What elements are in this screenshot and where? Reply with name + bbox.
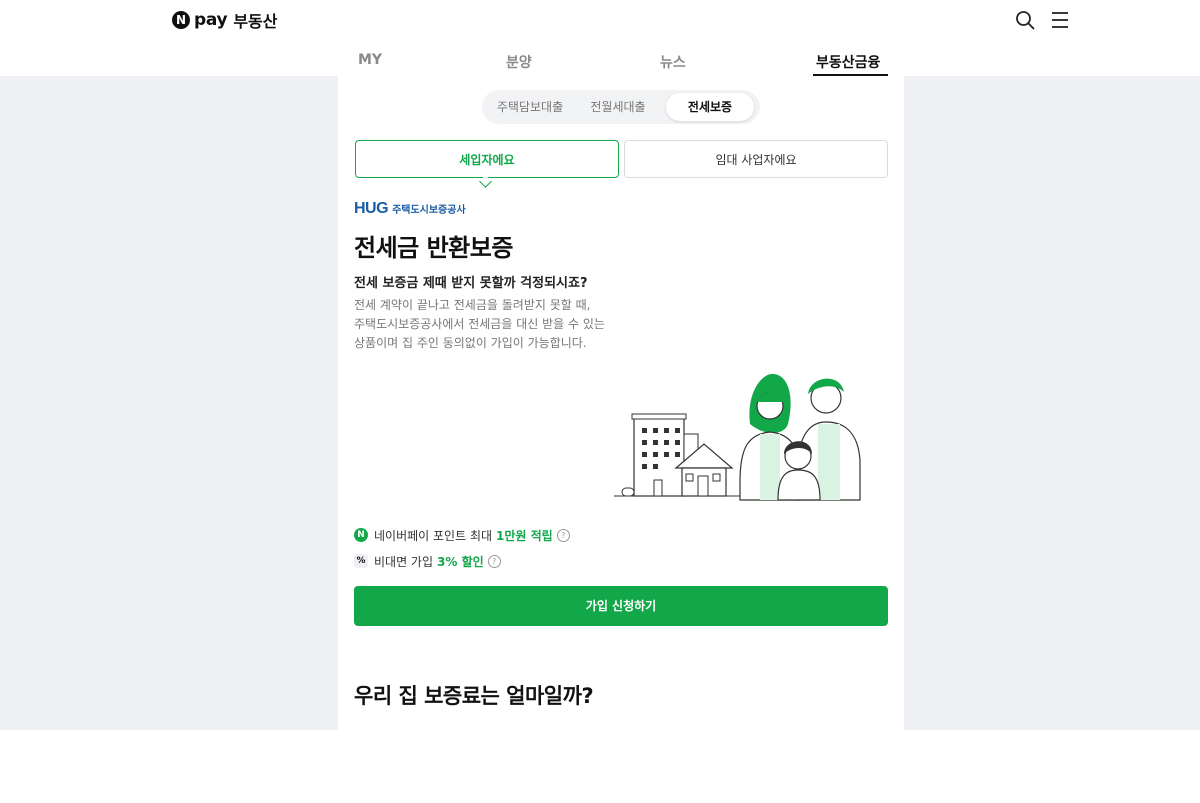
product-subtitle: 전세 보증금 제때 받지 못할까 걱정되시죠? bbox=[354, 276, 588, 291]
help-icon[interactable]: ? bbox=[487, 554, 501, 568]
benefit-point-reward: N 네이버페이 포인트 최대 1만원 적립 ? bbox=[354, 526, 570, 544]
header: N pay 부동산 MY 분양 뉴스 부동산금융 bbox=[0, 0, 1200, 76]
nav-tab-real-estate-finance[interactable]: 부동산금융 bbox=[816, 52, 880, 72]
premium-section-title: 우리 집 보증료는 얼마일까? bbox=[354, 684, 594, 708]
content-panel: 주택담보대출 전월세대출 전세보증 세입자에요 임대 사업자에요 HUG 주택도… bbox=[338, 76, 904, 730]
npay-point-icon: N bbox=[354, 528, 368, 542]
apply-button[interactable]: 가입 신청하기 bbox=[354, 586, 888, 626]
product-segment-control: 주택담보대출 전월세대출 전세보증 bbox=[482, 90, 760, 124]
family-house-illustration bbox=[614, 373, 861, 501]
nav-tab-presale[interactable]: 분양 bbox=[506, 52, 532, 72]
benefit-text: 네이버페이 포인트 최대 bbox=[374, 528, 493, 543]
issuer-logo: HUG 주택도시보증공사 bbox=[354, 200, 466, 218]
logo-service-name: 부동산 bbox=[233, 12, 278, 31]
segment-mortgage-loan[interactable]: 주택담보대출 bbox=[488, 93, 572, 121]
description-line: 전세 계약이 끝나고 전세금을 돌려받지 못할 때, bbox=[354, 298, 591, 312]
nav-tab-news[interactable]: 뉴스 bbox=[660, 52, 686, 72]
search-icon[interactable] bbox=[1015, 10, 1035, 30]
logo-pay-text: pay bbox=[194, 10, 228, 30]
issuer-name: 주택도시보증공사 bbox=[392, 205, 466, 216]
percent-icon: % bbox=[354, 554, 368, 568]
segment-jeonse-guarantee[interactable]: 전세보증 bbox=[666, 93, 754, 121]
description-line: 주택도시보증공사에서 전세금을 대신 받을 수 있는 bbox=[354, 317, 605, 331]
benefit-discount: % 비대면 가입 3% 할인 ? bbox=[354, 552, 501, 570]
npay-real-estate-logo[interactable]: N pay 부동산 bbox=[172, 10, 278, 31]
benefit-highlight: 3% 할인 bbox=[437, 554, 484, 569]
tenant-button[interactable]: 세입자에요 bbox=[355, 140, 619, 178]
product-title: 전세금 반환보증 bbox=[354, 234, 513, 262]
help-icon[interactable]: ? bbox=[556, 528, 570, 542]
benefit-text: 비대면 가입 bbox=[374, 554, 434, 569]
segment-rent-loan[interactable]: 전월세대출 bbox=[574, 93, 662, 121]
nav-tab-my[interactable]: MY bbox=[358, 52, 382, 68]
main-nav: MY 분양 뉴스 부동산금융 bbox=[338, 46, 904, 76]
benefit-highlight: 1만원 적립 bbox=[496, 528, 553, 543]
product-description: 전세 계약이 끝나고 전세금을 돌려받지 못할 때, 주택도시보증공사에서 전세… bbox=[354, 296, 654, 353]
hug-logo-text: HUG bbox=[354, 200, 389, 217]
description-line: 상품이며 집 주인 동의없이 가입이 가능합니다. bbox=[354, 336, 587, 350]
naver-n-icon: N bbox=[172, 11, 190, 29]
landlord-button[interactable]: 임대 사업자에요 bbox=[624, 140, 888, 178]
menu-icon[interactable] bbox=[1050, 10, 1070, 30]
